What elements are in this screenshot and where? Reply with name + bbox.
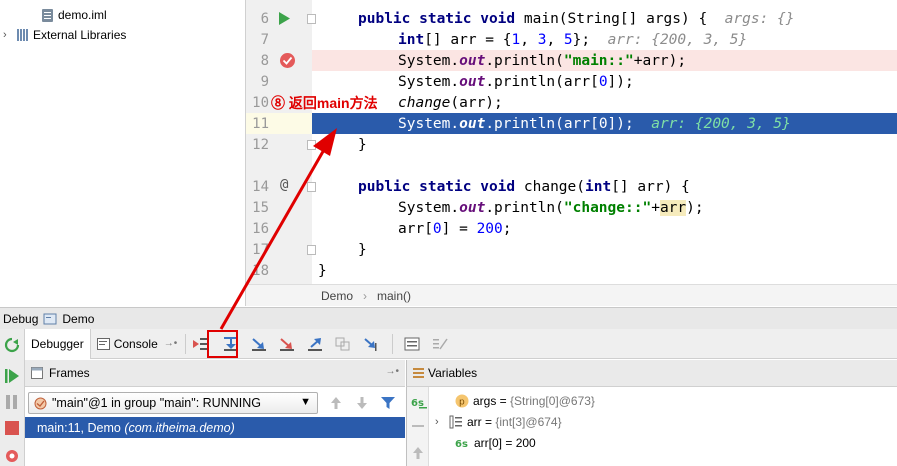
annotation-arrow [219, 128, 337, 330]
